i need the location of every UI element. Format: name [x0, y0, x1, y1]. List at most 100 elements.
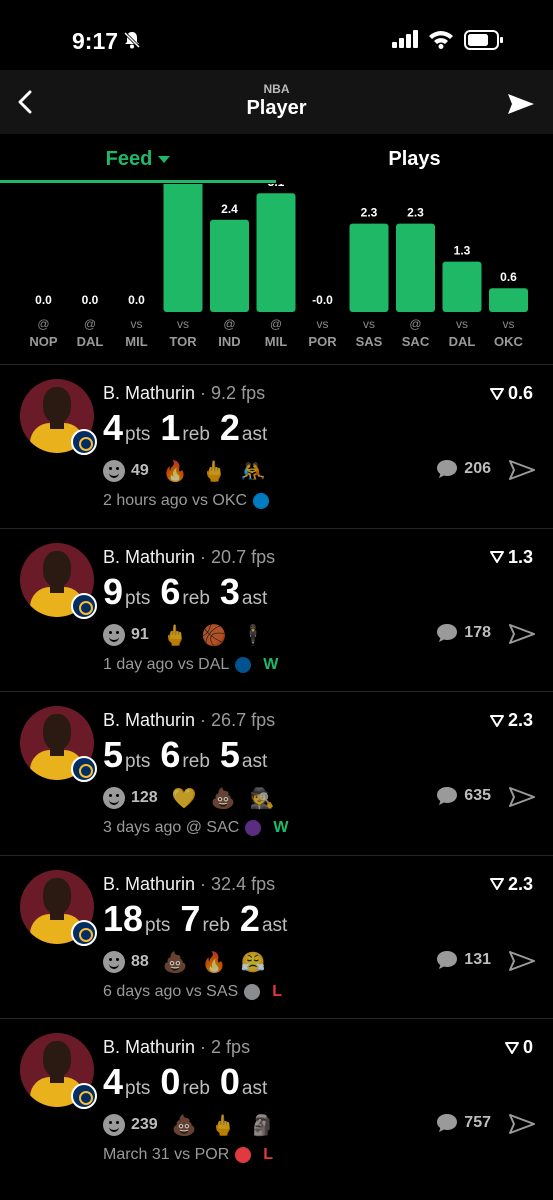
bar-chart: 0.0 @ NOP 0.0 @ DAL 0.0 vs MIL vs TOR 2.4 @ IND 3.1 @ MI… — [29, 184, 528, 349]
team-badge-icon — [71, 592, 97, 619]
reaction-emoji[interactable]: 💩 — [163, 950, 188, 974]
chart-opponent-label: TOR — [169, 334, 197, 349]
share-icon[interactable] — [509, 950, 535, 972]
reactions-row[interactable]: 88 💩 🔥 😤 — [103, 950, 266, 974]
chart-bar-mil[interactable] — [256, 193, 296, 312]
reactions-row[interactable]: 128 💛 💩 🕵 — [103, 786, 274, 810]
filter-funnel-icon — [489, 387, 504, 400]
bell-muted-icon — [123, 31, 141, 49]
comment-count: 635 — [464, 787, 491, 804]
comments-button[interactable]: 757 — [436, 1113, 491, 1133]
comment-bubble-icon — [437, 950, 458, 969]
score-value: 1.3 — [507, 546, 533, 567]
ast-value: 5 — [219, 734, 240, 775]
player-name-line[interactable]: B. Mathurin · 20.7 fps — [103, 547, 275, 568]
reactions-row[interactable]: 91 🖕 🏀 🕴 — [103, 623, 266, 647]
smiley-reaction-icon[interactable] — [103, 1114, 125, 1136]
nav-header: NBA Player — [0, 70, 553, 134]
pts-value: 4 — [103, 1061, 124, 1102]
header-league: NBA — [263, 82, 290, 96]
reaction-emoji[interactable]: 🔥 — [202, 950, 227, 974]
chart-bar-sas[interactable] — [349, 223, 389, 312]
smiley-reaction-icon[interactable] — [103, 623, 125, 646]
fantasy-points-chart[interactable]: 0.0 @ NOP 0.0 @ DAL 0.0 vs MIL vs TOR 2.4 @ IND 3.1 @ MI… — [0, 184, 553, 364]
smiley-reaction-icon[interactable] — [103, 460, 125, 482]
share-icon[interactable] — [509, 623, 535, 645]
share-icon[interactable] — [509, 786, 535, 808]
chart-opponent-label: NOP — [29, 334, 58, 349]
comments-button[interactable]: 178 — [436, 623, 491, 643]
reactions-row[interactable]: 49 🔥 🖕 🤼 — [103, 459, 266, 483]
reaction-emoji[interactable]: 🖕 — [202, 459, 227, 483]
share-icon[interactable] — [509, 1113, 535, 1135]
feed-card[interactable]: B. Mathurin · 2 fps 0 4 pts 0 reb 0 ast 239… — [0, 1019, 553, 1182]
reaction-emoji[interactable]: 🤼 — [241, 459, 266, 483]
score-value: 2.3 — [507, 710, 533, 730]
feed-card[interactable]: B. Mathurin · 32.4 fps 2.3 18 pts 7 reb 2a… — [0, 856, 553, 1019]
wifi-icon — [429, 31, 453, 49]
comment-count: 178 — [464, 623, 491, 641]
rating-score: 0 — [504, 1037, 533, 1058]
player-name-line[interactable]: B. Mathurin · 26.7 fps — [103, 710, 275, 731]
game-meta: March 31 vs POR L — [103, 1146, 273, 1164]
game-result: W — [273, 819, 289, 836]
chart-bar-ind[interactable] — [210, 219, 249, 312]
chart-opponent-label: SAC — [402, 334, 430, 349]
player-name-line[interactable]: B. Mathurin · 2 fps — [103, 1037, 250, 1058]
fantasy-points: 9.2 fps — [211, 383, 266, 403]
tab-plays-label: Plays — [388, 148, 441, 170]
feed-card[interactable]: B. Mathurin · 9.2 fps 0.6 4 pts 1 reb 2 ast… — [0, 365, 553, 528]
reaction-emoji[interactable]: 🕴 — [241, 623, 266, 647]
reb-value: 1 — [160, 407, 181, 448]
reb-value: 0 — [160, 1061, 181, 1102]
fantasy-points: 26.7 fps — [211, 710, 276, 730]
stat-line: 4 pts 1 reb 2 ast — [103, 407, 277, 449]
reaction-emoji[interactable]: 🏀 — [202, 623, 227, 647]
comments-button[interactable]: 131 — [436, 950, 491, 970]
page-title: Player — [246, 97, 307, 119]
reaction-emoji[interactable]: 🖕 — [163, 623, 188, 647]
share-icon[interactable] — [509, 459, 535, 481]
reaction-emoji[interactable]: 🔥 — [163, 459, 188, 483]
feed-card[interactable]: B. Mathurin · 26.7 fps 2.3 5 pts 6 reb 5 as… — [0, 692, 553, 855]
chart-bar-tor[interactable] — [163, 184, 203, 312]
chart-bar-okc[interactable] — [489, 288, 528, 312]
rating-score: 2.3 — [489, 873, 533, 895]
player-name-line[interactable]: B. Mathurin · 9.2 fps — [103, 383, 265, 404]
filter-funnel-icon — [489, 551, 504, 563]
reaction-emoji[interactable]: 🖕 — [211, 1113, 236, 1137]
reb-value: 6 — [160, 734, 181, 775]
rating-score: 2.3 — [489, 710, 533, 731]
chart-bar-dal[interactable] — [442, 261, 482, 312]
chart-bar-sac[interactable] — [396, 223, 435, 312]
reaction-emoji[interactable]: 🗿 — [250, 1113, 275, 1137]
tab-feed[interactable]: Feed — [0, 148, 276, 171]
ast-unit: ast — [241, 424, 268, 445]
smiley-reaction-icon[interactable] — [103, 787, 125, 809]
reaction-emoji[interactable]: 💩 — [172, 1113, 197, 1137]
comments-button[interactable]: 206 — [436, 459, 491, 479]
smiley-reaction-icon[interactable] — [103, 950, 125, 973]
reaction-emoji[interactable]: 😤 — [241, 950, 266, 974]
reactions-row[interactable]: 239 💩 🖕 🗿 — [103, 1113, 274, 1137]
reaction-emoji[interactable]: 💛 — [172, 786, 197, 810]
ast-value: 2 — [219, 407, 240, 448]
reaction-emoji[interactable]: 💩 — [211, 786, 236, 810]
tab-plays[interactable]: Plays — [276, 148, 553, 171]
feed-card[interactable]: B. Mathurin · 20.7 fps 1.3 9 pts 6 reb 3 as… — [0, 529, 553, 692]
reaction-count: 88 — [131, 952, 149, 970]
opponent-logo-icon — [245, 820, 262, 836]
game-time: 2 hours ago vs OKC — [103, 492, 248, 509]
score-value: 2.3 — [507, 873, 533, 894]
game-meta: 6 days ago vs SAS L — [103, 983, 282, 1001]
player-name-line[interactable]: B. Mathurin · 32.4 fps — [103, 874, 275, 895]
ast-value: 2 — [239, 897, 260, 939]
reaction-emoji[interactable]: 🕵 — [250, 786, 275, 810]
cellular-signal-icon — [392, 30, 418, 48]
chart-value-label: 0.0 — [82, 293, 99, 307]
comment-bubble-icon — [437, 460, 458, 478]
share-icon[interactable] — [507, 92, 535, 116]
chart-venue-label: vs — [363, 317, 375, 331]
reaction-count: 128 — [131, 789, 158, 806]
comments-button[interactable]: 635 — [436, 786, 491, 806]
